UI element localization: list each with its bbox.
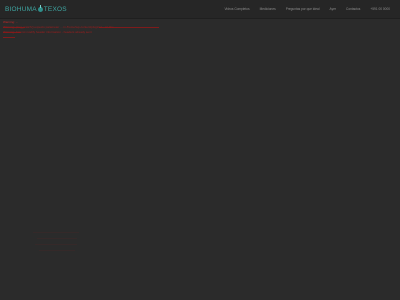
top-header: BIOHUMA TEXOS Vidros Completos Medicione… (0, 0, 400, 19)
nav-item-contactos[interactable]: Contactos (341, 7, 365, 11)
error-output: Warning: ... Warning: preg_match() expec… (3, 20, 397, 290)
error-underline-1 (3, 27, 25, 28)
faint-artifact-4 (39, 250, 75, 251)
page: BIOHUMA TEXOS Vidros Completos Medicione… (0, 0, 400, 300)
error-line-1: Warning: ... (3, 20, 19, 24)
error-line-4: ... (3, 35, 88, 39)
main-navigation: Vidros Completos Mediciones Preguntas po… (219, 0, 400, 18)
nav-item-mediciones[interactable]: Mediciones (255, 7, 281, 11)
error-underline-2 (99, 27, 159, 28)
nav-item-preguntas[interactable]: Preguntas por que ideal (281, 7, 325, 11)
nav-item-phone[interactable]: +591 00 0000 (365, 7, 400, 11)
error-underline-4 (3, 37, 15, 38)
nav-item-ayer[interactable]: Ayer (325, 7, 342, 11)
faint-artifact-2 (37, 238, 77, 239)
faint-artifact-1 (33, 232, 79, 233)
error-line-3: Warning: Cannot modify header informatio… (3, 30, 92, 34)
logo-text-right: TEXOS (43, 6, 67, 13)
site-logo[interactable]: BIOHUMA TEXOS (5, 4, 67, 15)
nav-item-vidros-completos[interactable]: Vidros Completos (219, 7, 254, 11)
logo-text-left: BIOHUMA (5, 6, 37, 13)
faint-artifact-3 (35, 244, 77, 245)
error-underline-3 (3, 32, 21, 33)
leaf-drop-icon (37, 5, 43, 12)
